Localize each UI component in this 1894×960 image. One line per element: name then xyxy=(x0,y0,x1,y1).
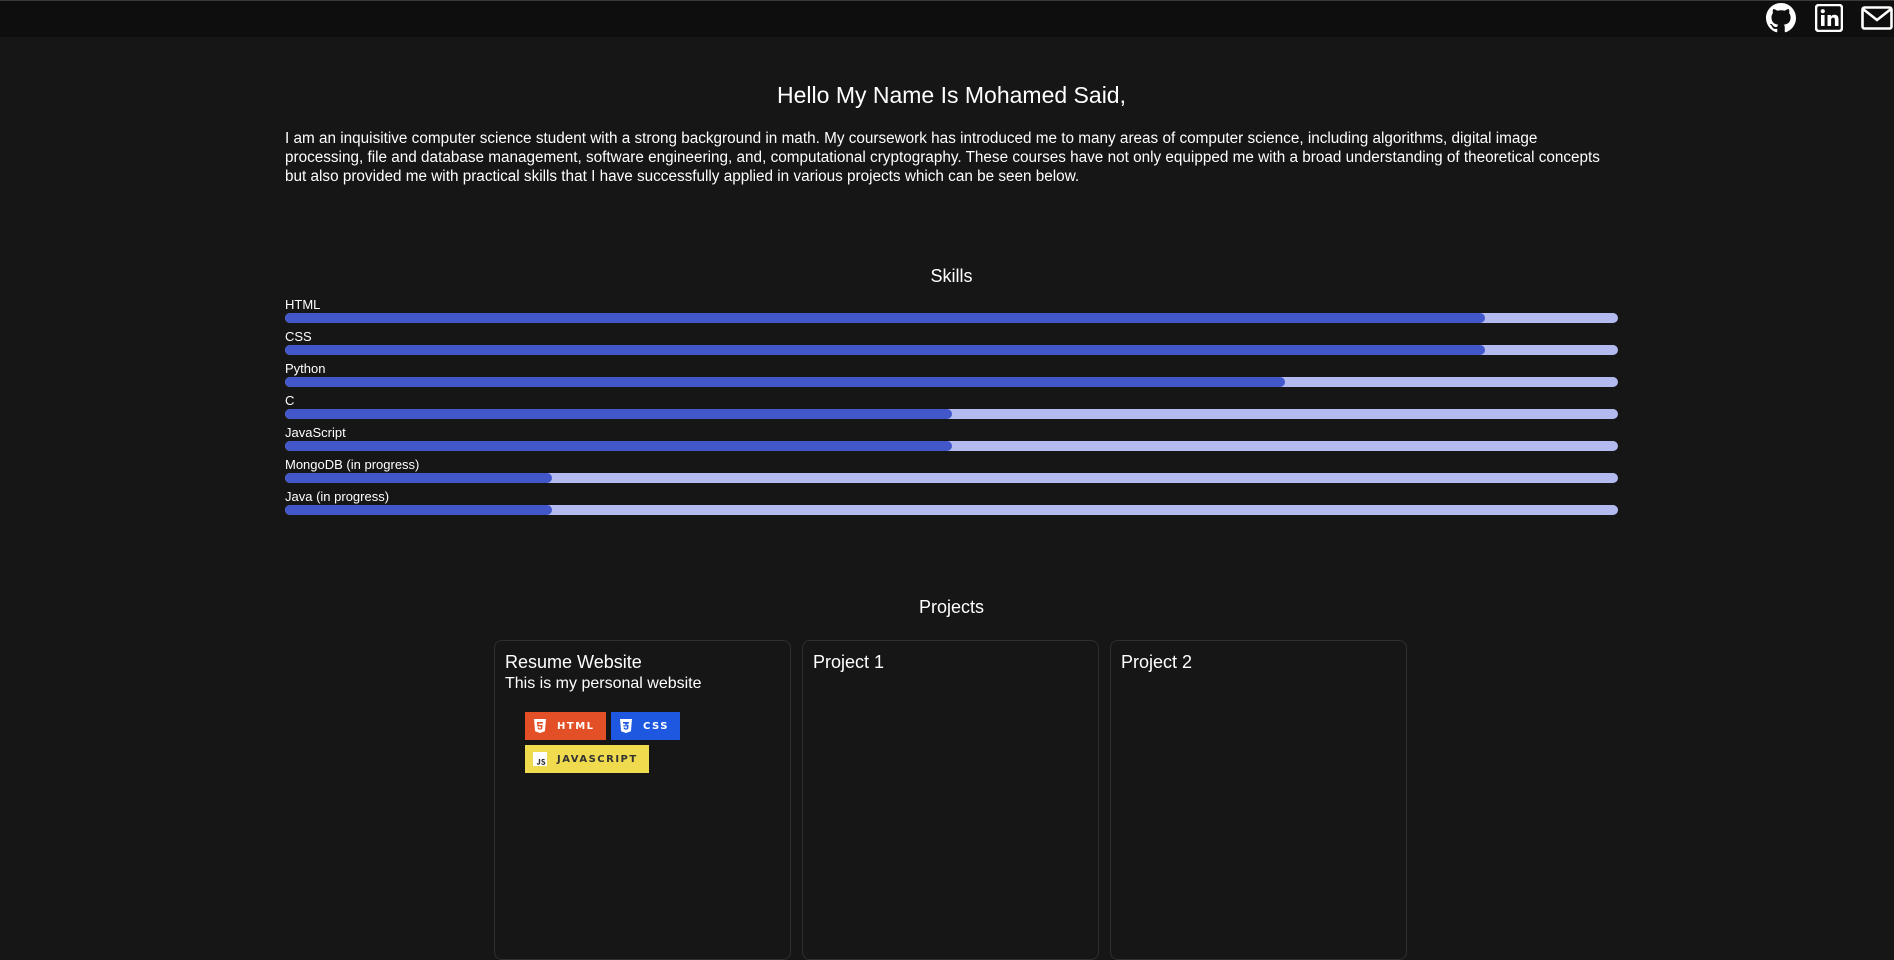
skill-progress-bar xyxy=(285,345,1618,355)
project-description: This is my personal website xyxy=(505,675,702,692)
skill-name: MongoDB (in progress) xyxy=(285,457,420,472)
skill-progress-bar xyxy=(285,377,1618,387)
skill-item-javascript: JavaScript xyxy=(285,425,1618,457)
project-card-project-1[interactable]: Project 1 xyxy=(802,640,1099,960)
top-nav-bar xyxy=(0,0,1894,37)
tech-badges: HTML CSS JAVASCRIPT xyxy=(525,712,765,778)
skill-name: HTML xyxy=(285,297,321,312)
skill-progress-bar xyxy=(285,441,1618,451)
greeting-heading: Hello My Name Is Mohamed Said, xyxy=(777,82,1126,108)
projects-grid: Resume Website This is my personal websi… xyxy=(494,640,1414,960)
badge-label: HTML xyxy=(557,720,595,732)
skill-progress-fill xyxy=(285,345,1485,355)
javascript-icon xyxy=(533,752,547,766)
html-badge: HTML xyxy=(525,712,606,740)
github-icon xyxy=(1766,3,1796,33)
skill-progress-bar xyxy=(285,473,1618,483)
skills-list: HTML CSS Python C JavaScript MongoDB (in… xyxy=(285,297,1618,521)
project-title: Project 2 xyxy=(1121,652,1193,672)
skill-name: CSS xyxy=(285,329,312,344)
skill-progress-fill xyxy=(285,473,552,483)
project-title: Resume Website xyxy=(505,652,642,672)
project-card-resume-website[interactable]: Resume Website This is my personal websi… xyxy=(494,640,791,960)
skill-item-c: C xyxy=(285,393,1618,425)
skill-item-html: HTML xyxy=(285,297,1618,329)
skill-progress-bar xyxy=(285,409,1618,419)
skill-name: Java (in progress) xyxy=(285,489,390,504)
linkedin-icon xyxy=(1815,4,1843,32)
skill-progress-fill xyxy=(285,377,1285,387)
skill-progress-bar xyxy=(285,505,1618,515)
skill-progress-fill xyxy=(285,409,952,419)
skill-name: Python xyxy=(285,361,326,376)
linkedin-link[interactable] xyxy=(1812,3,1846,33)
skill-progress-fill xyxy=(285,441,952,451)
email-link[interactable] xyxy=(1860,3,1894,33)
project-card-project-2[interactable]: Project 2 xyxy=(1110,640,1407,960)
project-title: Project 1 xyxy=(813,652,885,672)
css-badge: CSS xyxy=(610,712,680,740)
skill-item-python: Python xyxy=(285,361,1618,393)
skill-item-mongodb: MongoDB (in progress) xyxy=(285,457,1618,489)
about-paragraph: I am an inquisitive computer science stu… xyxy=(285,130,1600,185)
envelope-icon xyxy=(1861,6,1893,30)
skill-item-java: Java (in progress) xyxy=(285,489,1618,521)
skill-name: C xyxy=(285,393,295,408)
skill-item-css: CSS xyxy=(285,329,1618,361)
html5-icon xyxy=(534,719,546,733)
badge-label: CSS xyxy=(642,720,669,732)
skill-progress-bar xyxy=(285,313,1618,323)
skill-name: JavaScript xyxy=(285,425,346,440)
skill-progress-fill xyxy=(285,313,1485,323)
css3-icon xyxy=(619,719,632,733)
skills-heading: Skills xyxy=(930,266,973,286)
github-link[interactable] xyxy=(1764,3,1798,33)
badge-label: JAVASCRIPT xyxy=(557,753,638,765)
projects-heading: Projects xyxy=(918,597,985,617)
javascript-badge: JAVASCRIPT xyxy=(525,745,649,773)
skill-progress-fill xyxy=(285,505,552,515)
